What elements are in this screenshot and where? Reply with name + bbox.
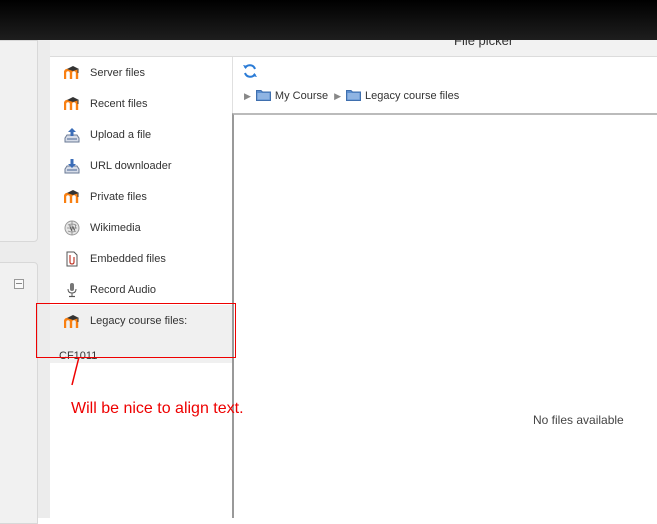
repo-item-url-downloader[interactable]: URL downloader <box>50 150 232 181</box>
repo-item-label: Upload a file <box>90 128 152 141</box>
breadcrumb-arrow-icon: ▶ <box>244 90 251 101</box>
repo-item-label: Recent files <box>90 97 148 110</box>
moodle-icon <box>64 189 80 205</box>
repo-item-label: Server files <box>90 66 146 79</box>
file-browser-pane: ▶ My Course ▶ Legacy course files No fil… <box>232 57 657 518</box>
moodle-icon <box>64 96 80 112</box>
repo-item-record-audio[interactable]: Record Audio <box>50 274 232 305</box>
repo-item-label: Wikimedia <box>90 221 141 234</box>
repo-item-upload-a-file[interactable]: Upload a file <box>50 119 232 150</box>
breadcrumb-item[interactable]: My Course <box>275 90 328 102</box>
repo-item-label: URL downloader <box>90 159 172 172</box>
top-bar <box>0 0 657 40</box>
repo-item-label: Record Audio <box>90 283 157 296</box>
empty-message: No files available <box>533 413 624 427</box>
file-list-area: No files available <box>232 113 657 518</box>
repo-item-recent-files[interactable]: Recent files <box>50 88 232 119</box>
repo-item-label: Private files <box>90 190 147 203</box>
dialog-title: File picker <box>454 40 514 48</box>
file-picker-dialog: File picker Server files Recent files Up… <box>50 40 657 518</box>
wikimedia-icon: W <box>64 220 80 236</box>
refresh-icon[interactable] <box>242 63 258 79</box>
breadcrumb: ▶ My Course ▶ Legacy course files <box>244 88 465 104</box>
download-icon <box>64 158 80 174</box>
repo-item-private-files[interactable]: Private files <box>50 181 232 212</box>
repo-item-label: Embedded files <box>90 252 166 265</box>
microphone-icon <box>64 282 80 298</box>
repo-item-wikimedia[interactable]: W Wikimedia <box>50 212 232 243</box>
repository-list: Server files Recent files Upload a file … <box>50 57 233 518</box>
annotation-text: Will be nice to align text. <box>71 400 244 417</box>
folder-icon <box>346 89 362 104</box>
repo-item-server-files[interactable]: Server files <box>50 57 232 88</box>
upload-icon <box>64 127 80 143</box>
background-panel <box>0 40 38 242</box>
collapse-icon[interactable] <box>14 279 24 289</box>
file-icon <box>64 251 80 267</box>
moodle-icon <box>64 65 80 81</box>
repo-item-embedded-files[interactable]: Embedded files <box>50 243 232 274</box>
svg-text:W: W <box>69 224 77 233</box>
breadcrumb-item[interactable]: Legacy course files <box>365 90 459 102</box>
dialog-header: File picker <box>50 40 657 57</box>
folder-icon <box>255 89 271 104</box>
breadcrumb-arrow-icon: ▶ <box>334 90 342 101</box>
annotation-highlight-box <box>36 303 236 358</box>
background-block-panel <box>0 262 38 524</box>
